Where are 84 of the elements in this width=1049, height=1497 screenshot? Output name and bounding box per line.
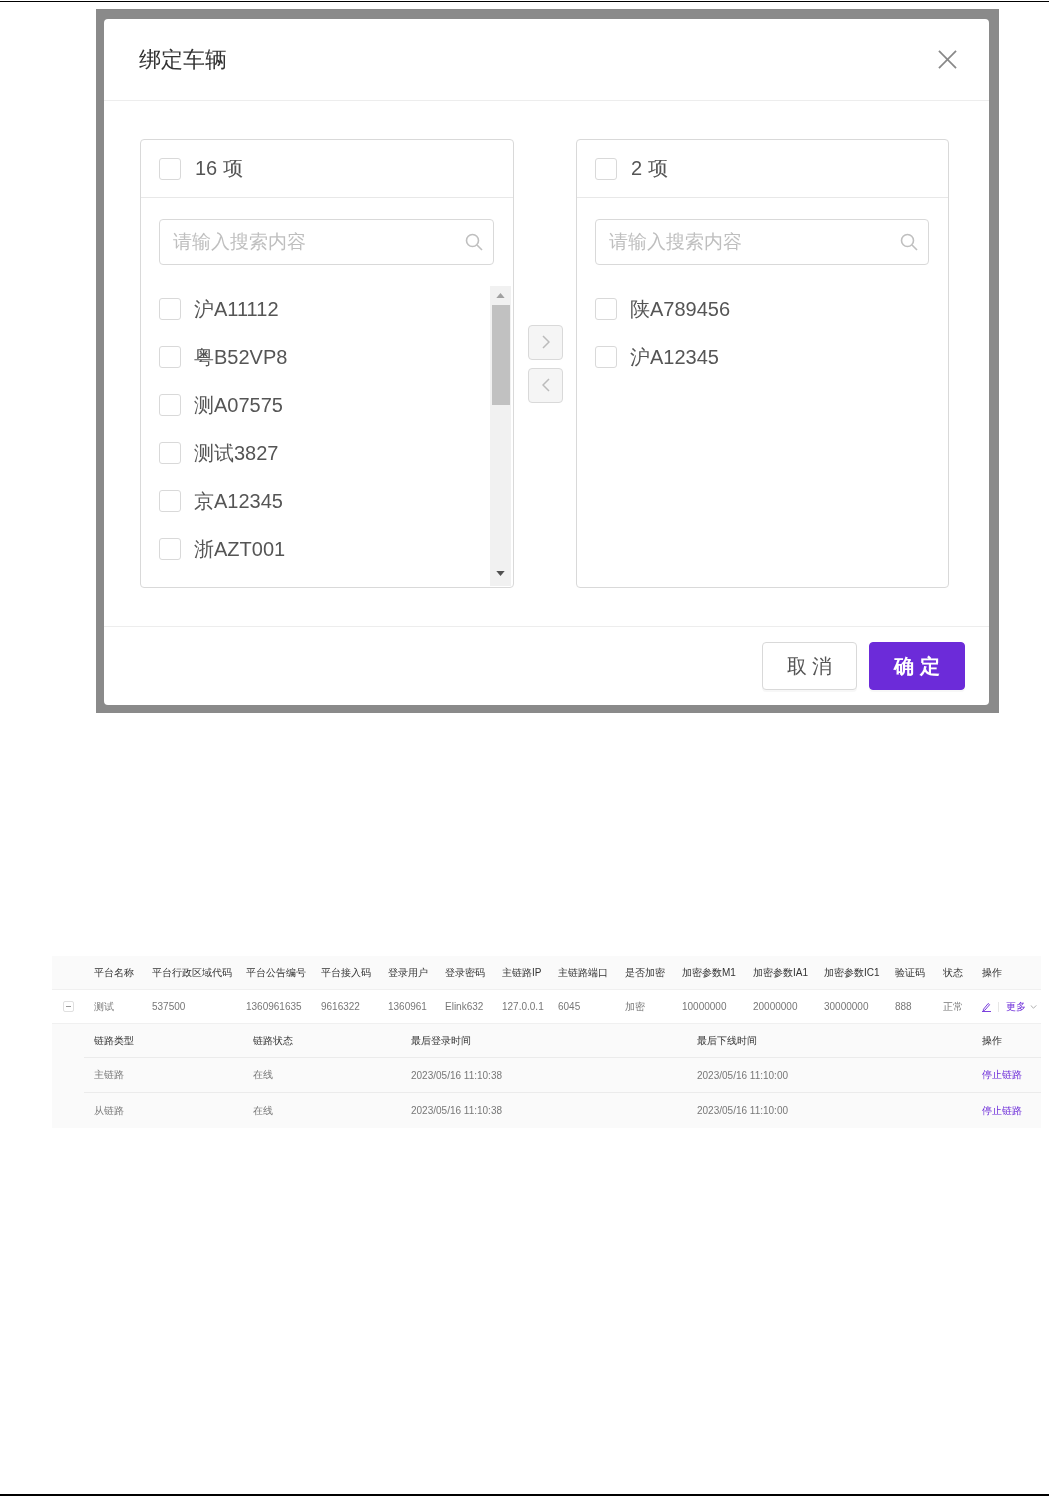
scroll-down-icon[interactable]	[496, 571, 505, 576]
plate-number[interactable]: 京A12345	[194, 487, 283, 515]
plate-number[interactable]: 测试3827	[194, 439, 279, 467]
column-header: 平台名称	[94, 965, 134, 980]
stop-link[interactable]: 停止链路	[982, 1068, 1022, 1082]
close-icon	[938, 50, 957, 69]
column-header: 最后下线时间	[697, 1033, 757, 1048]
checkbox[interactable]	[595, 157, 617, 180]
checkbox[interactable]	[595, 346, 617, 368]
collapse-button[interactable]	[63, 1001, 74, 1012]
column-header: 主链路端口	[558, 965, 608, 980]
column-header: 操作	[982, 1033, 1002, 1048]
search-icon	[465, 233, 483, 251]
table-cell: 2023/05/16 11:10:00	[697, 1069, 788, 1081]
plate-number[interactable]: 沪A11112	[194, 295, 279, 323]
cancel-button[interactable]: 取 消	[762, 642, 857, 690]
checkbox[interactable]	[159, 394, 181, 416]
dialog-title: 绑定车辆	[139, 45, 227, 74]
table-cell: 2023/05/16 11:10:38	[411, 1105, 502, 1116]
search-field[interactable]: 请输入搜索内容	[595, 219, 929, 265]
column-header: 平台行政区域代码	[152, 965, 232, 980]
checkbox[interactable]	[159, 538, 181, 560]
table-cell: 537500	[152, 1001, 186, 1012]
checkbox[interactable]	[159, 346, 181, 368]
table-cell: 30000000	[824, 1001, 869, 1012]
plate-number[interactable]: 测A07575	[194, 391, 283, 419]
scroll-up-icon[interactable]	[496, 293, 505, 298]
table-cell: 加密	[625, 999, 645, 1014]
edit-icon[interactable]	[982, 1001, 991, 1012]
table-cell: 1360961	[388, 1001, 427, 1012]
table-cell: 6045	[558, 1001, 581, 1012]
table-cell: 从链路	[94, 1103, 124, 1118]
column-header: 是否加密	[625, 965, 665, 980]
checkbox[interactable]	[159, 298, 181, 320]
chevron-down-icon	[1030, 1004, 1037, 1009]
column-header: 平台公告编号	[246, 965, 306, 980]
scrollbar[interactable]	[490, 286, 511, 586]
item-count: 2 项	[631, 156, 668, 181]
plate-number[interactable]: 陕A789456	[630, 295, 731, 323]
column-header: 加密参数IC1	[824, 965, 880, 980]
column-header: 加密参数M1	[682, 965, 736, 980]
column-header: 最后登录时间	[411, 1033, 471, 1048]
table-cell: 127.0.0.1	[502, 1001, 544, 1012]
column-header: 验证码	[895, 965, 925, 980]
column-header: 登录密码	[445, 965, 485, 980]
column-header: 主链路IP	[502, 965, 542, 980]
chevron-right-icon	[541, 335, 550, 349]
table-cell: 2023/05/16 11:10:00	[697, 1105, 788, 1116]
table-cell: Elink632	[445, 1001, 484, 1012]
column-header: 链路类型	[94, 1033, 134, 1048]
column-header: 加密参数IA1	[753, 965, 808, 980]
table-cell: 1360961635	[246, 1001, 302, 1012]
scrollbar-thumb[interactable]	[491, 305, 510, 405]
checkbox[interactable]	[595, 298, 617, 320]
column-header: 平台接入码	[321, 965, 371, 980]
stop-link[interactable]: 停止链路	[982, 1103, 1022, 1118]
table-cell: 在线	[253, 1068, 273, 1082]
table-cell: 10000000	[682, 1001, 727, 1012]
table-cell: 9616322	[321, 1001, 360, 1012]
table-cell: 主链路	[94, 1068, 124, 1082]
table-cell: 2023/05/16 11:10:38	[411, 1069, 502, 1081]
table-cell: 888	[895, 1001, 912, 1012]
more-dropdown[interactable]: 更多	[1006, 999, 1037, 1014]
checkbox[interactable]	[159, 490, 181, 512]
item-count: 16 项	[195, 156, 243, 181]
checkbox[interactable]	[159, 157, 181, 180]
checkbox[interactable]	[159, 442, 181, 464]
column-header: 登录用户	[388, 965, 428, 980]
confirm-button[interactable]: 确 定	[869, 642, 965, 690]
column-header: 链路状态	[253, 1033, 293, 1048]
close-button[interactable]	[938, 50, 957, 69]
minus-icon	[66, 1006, 71, 1007]
column-header: 状态	[943, 965, 963, 980]
plate-number[interactable]: 沪A12345	[630, 343, 719, 371]
table-cell: 在线	[253, 1103, 273, 1118]
table-cell: 测试	[94, 999, 114, 1014]
search-field[interactable]: 请输入搜索内容	[159, 219, 494, 265]
search-icon	[900, 233, 918, 251]
plate-number[interactable]: 粤B52VP8	[194, 343, 288, 371]
table-cell: 正常	[943, 999, 963, 1014]
chevron-left-icon	[541, 378, 550, 392]
plate-number[interactable]: 浙AZT001	[194, 535, 286, 563]
table-cell: 20000000	[753, 1001, 798, 1012]
column-header: 操作	[982, 965, 1002, 980]
